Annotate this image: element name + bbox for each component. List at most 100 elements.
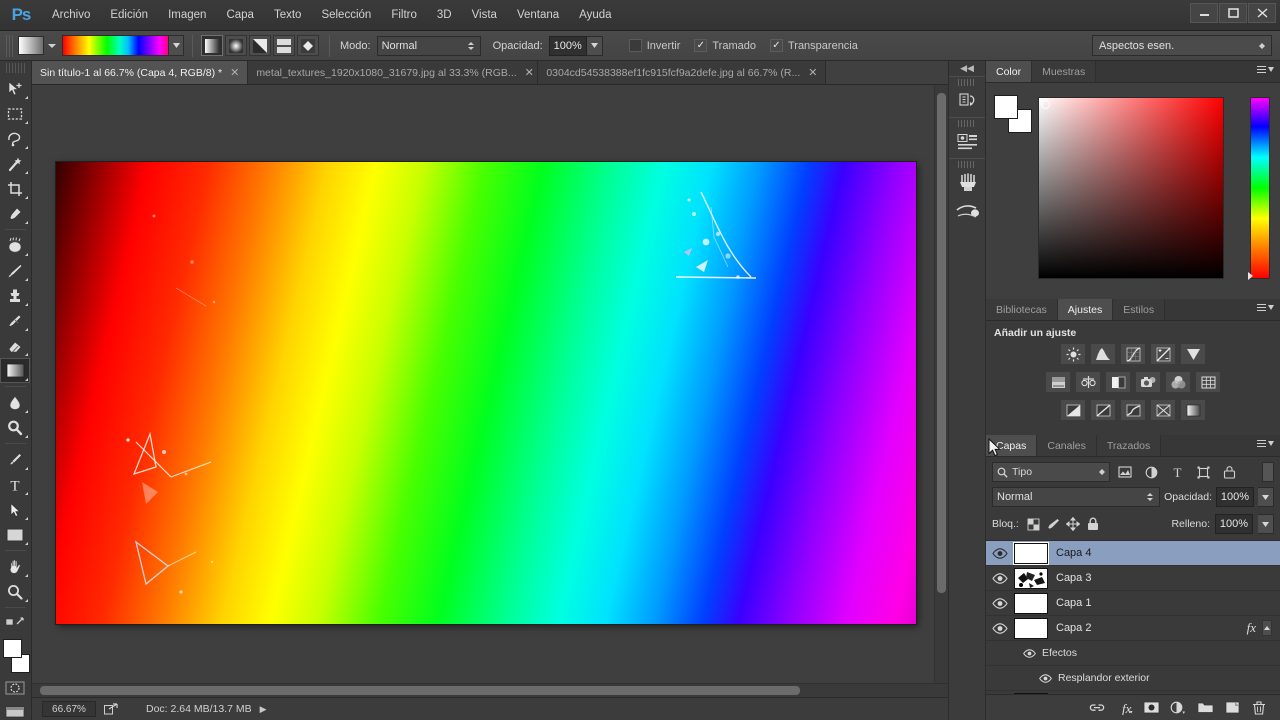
document-canvas[interactable] [56,162,916,624]
link-layers-icon[interactable] [1088,699,1106,717]
tools-panel-grip[interactable] [6,63,25,73]
layer-thumbnail[interactable] [1014,567,1048,589]
tramado-checkbox-row[interactable]: ✓ Tramado [694,39,756,52]
actions-icon[interactable] [949,128,987,156]
transparencia-checkbox[interactable]: ✓ [769,39,783,52]
fill-value[interactable]: 100% [1215,514,1253,534]
reflected-gradient-icon[interactable] [273,35,295,56]
layer-opacity-value[interactable]: 100% [1216,487,1254,507]
document-tab-0[interactable]: Sin título-1 al 66.7% (Capa 4, RGB/8) * … [32,61,249,84]
curves-icon[interactable] [1120,343,1146,365]
eye-icon[interactable] [986,566,1014,591]
canvas-horizontal-scrollbar[interactable] [32,683,948,697]
lock-transparency-icon[interactable] [1026,517,1041,532]
gradient-preset-thumbnail[interactable] [18,36,44,55]
dodge-tool[interactable] [0,415,30,440]
share-icon[interactable] [104,703,118,715]
document-tab-2[interactable]: 0304cd54538388ef1fc915fcf9a2defe.jpg al … [538,61,827,84]
color-picker-marker[interactable] [1041,100,1050,109]
linear-gradient-icon[interactable] [201,35,223,56]
new-adjustment-icon[interactable] [1169,699,1187,717]
adjustment-filter-icon[interactable] [1140,462,1162,482]
opacity-dropdown-icon[interactable] [586,35,603,56]
photo-filter-icon[interactable] [1135,371,1161,393]
color-panel-foreground-swatch[interactable] [994,95,1018,119]
minimize-button[interactable] [1190,3,1218,23]
menu-3d[interactable]: 3D [427,0,462,31]
workspace-selector[interactable]: Aspectos esen. [1092,35,1272,56]
hue-saturation-icon[interactable] [1045,371,1071,393]
eyedropper-tool[interactable] [0,201,30,226]
tab-trazados[interactable]: Trazados [1096,435,1162,456]
canvas-vertical-scrollbar[interactable] [934,85,948,683]
dock-grip[interactable] [958,120,976,127]
hand-tool[interactable] [0,554,30,579]
effects-group-row[interactable]: Efectos [986,641,1280,666]
fx-icon[interactable]: fx [1247,620,1256,636]
menu-texto[interactable]: Texto [264,0,312,31]
dock-grip[interactable] [958,79,976,86]
layer-opacity-dropdown-icon[interactable] [1258,487,1274,507]
invertir-checkbox[interactable] [628,39,642,52]
crop-tool[interactable] [0,176,30,201]
gradient-swatch-picker[interactable] [62,35,184,56]
chevron-down-icon[interactable] [48,43,56,48]
type-filter-icon[interactable]: T [1166,462,1188,482]
posterize-icon[interactable] [1090,399,1116,421]
quick-mask-button[interactable] [0,677,30,699]
threshold-icon[interactable] [1120,399,1146,421]
zoom-level-field[interactable]: 66.67% [42,701,96,717]
tab-ajustes[interactable]: Ajustes [1057,299,1114,320]
close-icon[interactable]: ✕ [808,66,817,79]
layer-thumbnail[interactable] [1014,592,1048,614]
exposure-icon[interactable] [1150,343,1176,365]
rect-marquee-tool[interactable] [0,101,30,126]
options-bar-grip[interactable] [6,34,14,57]
levels-icon[interactable] [1090,343,1116,365]
invertir-checkbox-row[interactable]: Invertir [628,39,680,52]
eye-icon[interactable] [986,591,1014,616]
close-icon[interactable]: ✕ [525,66,534,79]
brush-settings-icon[interactable] [949,197,987,225]
clone-stamp-tool[interactable] [0,283,30,308]
radial-gradient-icon[interactable] [225,35,247,56]
lock-image-icon[interactable] [1046,517,1061,532]
history-icon[interactable] [949,87,987,115]
rectangle-shape-tool[interactable] [0,522,30,547]
path-selection-tool[interactable] [0,497,30,522]
document-tab-1[interactable]: metal_textures_1920x1080_31679.jpg al 33… [248,61,539,84]
diamond-gradient-icon[interactable] [297,35,319,56]
delete-layer-icon[interactable] [1250,699,1268,717]
screen-mode-button[interactable] [0,701,30,720]
healing-brush-tool[interactable] [0,233,30,258]
color-picker-field[interactable] [1038,97,1224,279]
blend-mode-select[interactable]: Normal [376,35,481,56]
tab-canales[interactable]: Canales [1037,435,1097,456]
magic-wand-tool[interactable] [0,151,30,176]
status-expand-icon[interactable]: ▶ [260,704,267,715]
dock-grip[interactable] [958,161,976,168]
tab-estilos[interactable]: Estilos [1113,299,1166,320]
layer-filter-toggle[interactable] [1262,462,1274,482]
tab-capas[interactable]: Capas [986,435,1038,456]
vertical-scroll-thumb[interactable] [937,93,946,593]
layer-row-capa-2[interactable]: Capa 2 fx [986,616,1280,641]
black-white-icon[interactable] [1105,371,1131,393]
hue-strip[interactable] [1248,97,1270,280]
close-button[interactable] [1248,3,1276,23]
brush-presets-icon[interactable] [949,169,987,197]
color-swatches[interactable] [0,637,32,675]
vibrance-icon[interactable] [1180,343,1206,365]
gradient-map-icon[interactable] [1180,399,1206,421]
pixel-filter-icon[interactable] [1114,462,1136,482]
menu-filtro[interactable]: Filtro [381,0,427,31]
double-chevron-icon[interactable]: ◀◀ [949,61,985,76]
blur-tool[interactable] [0,390,30,415]
close-icon[interactable]: ✕ [230,66,239,79]
type-tool[interactable]: T [0,472,30,497]
layer-filter-select[interactable]: Tipo [992,462,1110,482]
add-style-fx-icon[interactable]: fx [1115,699,1133,717]
tab-color[interactable]: Color [986,61,1033,82]
add-mask-icon[interactable] [1142,699,1160,717]
layers-panel-menu-icon[interactable] [1257,440,1274,447]
